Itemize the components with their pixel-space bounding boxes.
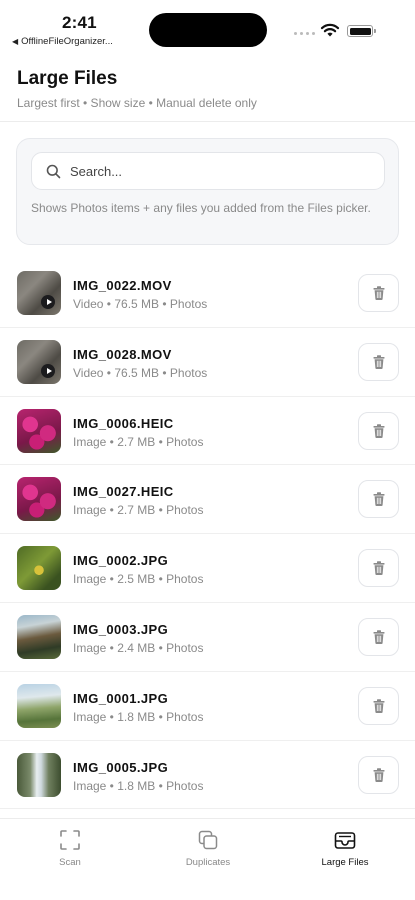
file-row[interactable]: IMG_0005.JPG Image • 1.8 MB • Photos xyxy=(0,741,415,810)
file-meta: Video • 76.5 MB • Photos xyxy=(73,365,208,380)
tab-scan-label: Scan xyxy=(59,857,81,868)
file-thumbnail xyxy=(17,546,61,591)
file-row[interactable]: IMG_0001.JPG Image • 1.8 MB • Photos xyxy=(0,672,415,741)
file-meta: Image • 2.7 MB • Photos xyxy=(73,434,204,449)
cellular-signal-icon xyxy=(294,32,315,35)
header-divider xyxy=(0,121,415,122)
video-play-icon xyxy=(41,363,55,378)
file-thumbnail xyxy=(17,614,61,659)
file-row[interactable]: IMG_0002.JPG Image • 2.5 MB • Photos xyxy=(0,534,415,603)
delete-button[interactable] xyxy=(358,411,399,450)
file-meta: Video • 76.5 MB • Photos xyxy=(73,297,208,311)
back-to-app-link[interactable]: ◀ OfflineFileOrganizer... xyxy=(12,36,113,47)
search-input[interactable] xyxy=(70,163,360,179)
search-hint: Shows Photos items + any files you added… xyxy=(31,201,371,215)
delete-button[interactable] xyxy=(358,480,399,519)
search-icon xyxy=(46,164,61,178)
file-row[interactable]: IMG_0027.HEIC Image • 2.7 MB • Photos xyxy=(0,465,415,535)
status-time: 2:41 xyxy=(62,13,97,32)
file-thumbnail xyxy=(17,683,61,728)
tab-scan[interactable]: Scan xyxy=(10,829,130,868)
scan-icon xyxy=(60,830,80,850)
file-name: IMG_0001.JPG xyxy=(73,690,169,706)
back-app-label: OfflineFileOrganizer... xyxy=(21,36,113,47)
tab-duplicates-label: Duplicates xyxy=(185,857,231,868)
page-subtitle: Largest first • Show size • Manual delet… xyxy=(17,96,257,110)
file-meta: Image • 1.8 MB • Photos xyxy=(73,709,204,724)
file-row[interactable]: IMG_0006.HEIC Image • 2.7 MB • Photos xyxy=(0,397,415,466)
delete-button[interactable] xyxy=(358,342,399,381)
delete-button[interactable] xyxy=(358,549,399,588)
trash-icon xyxy=(373,286,384,300)
search-box[interactable] xyxy=(31,152,385,190)
delete-button[interactable] xyxy=(358,617,399,656)
delete-button[interactable] xyxy=(358,686,399,725)
page-title: Large Files xyxy=(17,68,118,89)
trash-icon xyxy=(373,423,384,438)
file-meta: Image • 2.4 MB • Photos xyxy=(73,640,204,655)
file-name: IMG_0005.JPG xyxy=(73,759,169,775)
file-row[interactable]: IMG_0003.JPG Image • 2.4 MB • Photos xyxy=(0,603,415,672)
tab-bar: Scan Duplicates Large Files xyxy=(0,818,415,900)
delete-button[interactable] xyxy=(358,755,399,794)
video-play-icon xyxy=(41,295,55,309)
search-card: Shows Photos items + any files you added… xyxy=(16,138,399,245)
trash-icon xyxy=(373,767,384,782)
file-name: IMG_0006.HEIC xyxy=(73,415,174,431)
file-meta: Image • 2.5 MB • Photos xyxy=(73,572,204,587)
file-meta: Image • 2.7 MB • Photos xyxy=(73,503,204,518)
file-name: IMG_0002.JPG xyxy=(73,553,169,569)
file-thumbnail xyxy=(17,477,61,522)
file-name: IMG_0022.MOV xyxy=(73,278,172,293)
file-thumbnail xyxy=(17,408,61,453)
file-list: IMG_0022.MOV Video • 76.5 MB • Photos IM… xyxy=(0,259,415,810)
file-name: IMG_0028.MOV xyxy=(73,346,172,362)
trash-icon xyxy=(373,561,384,576)
battery-icon xyxy=(347,25,376,37)
duplicates-icon xyxy=(198,830,218,850)
trash-icon xyxy=(373,699,384,713)
tab-duplicates[interactable]: Duplicates xyxy=(148,829,268,868)
file-thumbnail xyxy=(17,339,61,384)
file-row[interactable]: IMG_0022.MOV Video • 76.5 MB • Photos xyxy=(0,259,415,328)
tab-large-files[interactable]: Large Files xyxy=(285,829,405,868)
trash-icon xyxy=(373,630,384,644)
tray-icon xyxy=(334,832,356,849)
wifi-icon xyxy=(320,23,340,37)
file-thumbnail xyxy=(17,271,61,315)
tab-large-files-label: Large Files xyxy=(321,857,369,868)
file-row[interactable]: IMG_0028.MOV Video • 76.5 MB • Photos xyxy=(0,328,415,397)
back-arrow-icon: ◀ xyxy=(12,37,19,46)
delete-button[interactable] xyxy=(358,274,399,312)
file-name: IMG_0003.JPG xyxy=(73,621,169,637)
file-thumbnail xyxy=(17,752,61,797)
trash-icon xyxy=(373,492,384,507)
file-name: IMG_0027.HEIC xyxy=(73,484,174,500)
status-bar: 2:41 ◀ OfflineFileOrganizer... xyxy=(0,0,415,52)
file-meta: Image • 1.8 MB • Photos xyxy=(73,778,204,793)
dynamic-island xyxy=(149,13,267,47)
trash-icon xyxy=(373,355,384,369)
